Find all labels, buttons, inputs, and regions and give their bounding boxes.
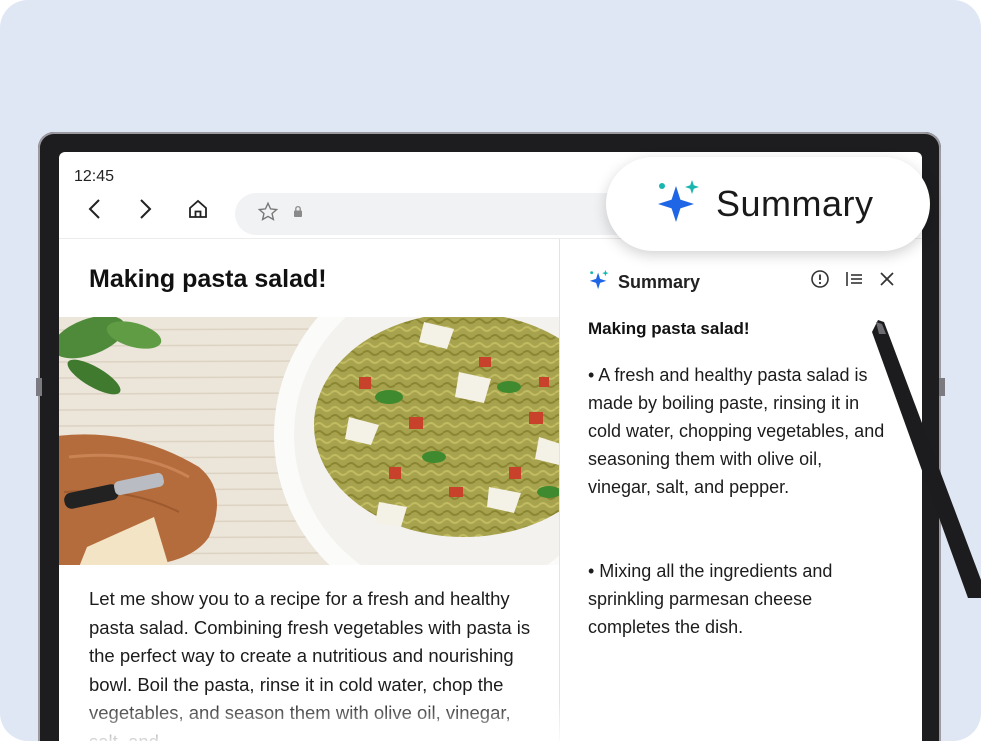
star-icon[interactable] (257, 201, 279, 228)
sparkle-icon (654, 178, 702, 231)
pasta-salad-photo (59, 317, 559, 565)
lock-icon (293, 205, 303, 223)
close-icon[interactable] (878, 270, 896, 293)
summary-panel-header: Summary (588, 269, 700, 296)
chevron-left-icon[interactable] (83, 198, 105, 220)
summary-panel-label: Summary (618, 272, 701, 292)
device-hinge-left (36, 378, 42, 396)
bottom-fade (59, 700, 922, 741)
status-time: 12:45 (74, 168, 115, 185)
outline-list-icon[interactable] (844, 269, 864, 294)
summary-pill-button[interactable]: Summary (606, 157, 930, 251)
sparkle-icon (588, 269, 610, 296)
summary-bullet: • A fresh and healthy pasta salad is mad… (588, 365, 885, 497)
summary-panel-actions (810, 269, 896, 294)
url-bar[interactable] (235, 193, 657, 235)
home-icon[interactable] (187, 198, 209, 220)
stylus-pen (870, 318, 981, 603)
promo-card: 12:45 Making pasta salad! Let me show yo… (0, 0, 981, 741)
article-title: Making pasta salad! (89, 265, 327, 293)
info-icon[interactable] (810, 269, 830, 294)
article-pane: Making pasta salad! Let me show you to a… (59, 239, 559, 741)
summary-pill-label: Summary (716, 183, 874, 224)
chevron-right-icon[interactable] (135, 198, 157, 220)
summary-panel: Summary Making pasta salad! • A fresh an… (560, 239, 922, 741)
summary-bullet: • Mixing all the ingredients and sprinkl… (588, 561, 833, 637)
summary-title: Making pasta salad! (588, 319, 750, 338)
browser-nav (83, 198, 209, 220)
